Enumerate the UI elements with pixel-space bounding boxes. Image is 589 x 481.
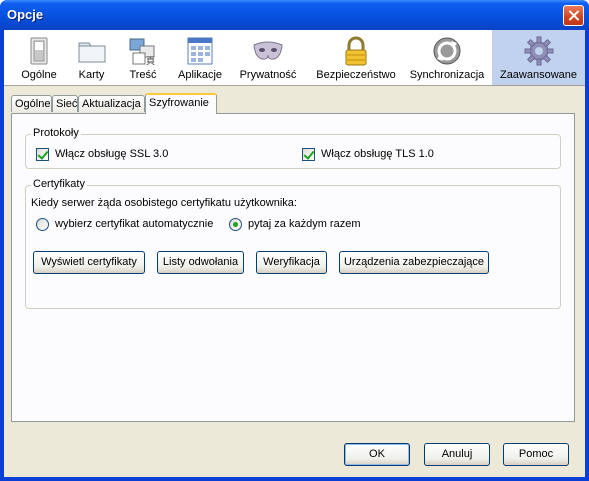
toolbar-label-privacy: Prywatność xyxy=(239,69,297,81)
tab-update[interactable]: Aktualizacja xyxy=(78,95,145,112)
certificate-request-prompt: Kiedy serwer żąda osobistego certyfikatu… xyxy=(31,197,297,209)
padlock-icon xyxy=(340,35,372,67)
toolbar-label-general: Ogólne xyxy=(21,69,57,81)
revocation-lists-button[interactable]: Listy odwołania xyxy=(157,251,244,274)
protocols-legend: Protokoły xyxy=(31,127,81,139)
radio-auto-select-label[interactable]: wybierz certyfikat automatycznie xyxy=(55,218,213,230)
radio-ask-every-time[interactable] xyxy=(229,218,242,231)
toolbar-item-tabs[interactable]: Karty xyxy=(71,30,112,85)
radio-ask-every-time-label[interactable]: pytaj za każdym razem xyxy=(248,218,360,230)
sync-icon xyxy=(431,35,463,67)
tls-checkbox-label[interactable]: Włącz obsługę TLS 1.0 xyxy=(321,148,434,160)
certificates-legend: Certyfikaty xyxy=(31,178,87,190)
radio-auto-select[interactable] xyxy=(36,218,49,231)
preferences-toolbar: Ogólne Karty 頁 Treść Aplikacje Prywatnoś… xyxy=(4,30,585,86)
toolbar-label-applications: Aplikacje xyxy=(177,69,223,81)
toolbar-label-sync: Synchronizacja xyxy=(409,69,485,81)
encryption-panel: Protokoły Włącz obsługę SSL 3.0 Włącz ob… xyxy=(11,113,575,422)
tab-network[interactable]: Sieć xyxy=(52,95,78,112)
verification-button[interactable]: Weryfikacja xyxy=(256,251,327,274)
certificates-group: Certyfikaty Kiedy serwer żąda osobistego… xyxy=(25,178,561,309)
security-devices-button[interactable]: Urządzenia zabezpieczające xyxy=(339,251,489,274)
ssl-checkbox-label[interactable]: Włącz obsługę SSL 3.0 xyxy=(55,148,168,160)
options-window: Opcje Ogólne Karty 頁 Treść Aplikacje Pry… xyxy=(0,0,589,481)
close-button[interactable] xyxy=(563,5,584,26)
tls-checkbox[interactable] xyxy=(302,148,315,161)
content-icon: 頁 xyxy=(127,35,159,67)
toolbar-item-sync[interactable]: Synchronizacja xyxy=(405,30,489,85)
toolbar-item-privacy[interactable]: Prywatność xyxy=(233,30,303,85)
protocols-group: Protokoły Włącz obsługę SSL 3.0 Włącz ob… xyxy=(25,127,561,169)
gear-icon xyxy=(523,35,555,67)
title-bar[interactable]: Opcje xyxy=(0,0,589,30)
general-icon xyxy=(23,35,55,67)
ssl-checkbox[interactable] xyxy=(36,148,49,161)
toolbar-item-content[interactable]: 頁 Treść xyxy=(117,30,169,85)
toolbar-label-tabs: Karty xyxy=(78,69,105,81)
toolbar-label-advanced: Zaawansowane xyxy=(499,69,578,81)
applications-icon xyxy=(184,35,216,67)
privacy-mask-icon xyxy=(252,35,284,67)
window-title: Opcje xyxy=(7,7,44,22)
svg-text:頁: 頁 xyxy=(146,56,155,67)
tab-general[interactable]: Ogólne xyxy=(11,95,52,112)
toolbar-item-advanced[interactable]: Zaawansowane xyxy=(492,30,585,85)
cancel-button[interactable]: Anuluj xyxy=(424,443,490,466)
view-certificates-button[interactable]: Wyświetl certyfikaty xyxy=(33,251,145,274)
toolbar-item-applications[interactable]: Aplikacje xyxy=(171,30,229,85)
dialog-body: Ogólne Karty 頁 Treść Aplikacje Prywatnoś… xyxy=(4,30,585,477)
toolbar-item-security[interactable]: Bezpieczeństwo xyxy=(309,30,403,85)
help-button[interactable]: Pomoc xyxy=(503,443,569,466)
toolbar-label-security: Bezpieczeństwo xyxy=(316,69,396,81)
tabs-icon xyxy=(76,35,108,67)
tab-encryption[interactable]: Szyfrowanie xyxy=(145,93,217,114)
toolbar-item-general[interactable]: Ogólne xyxy=(7,30,71,85)
ok-button[interactable]: OK xyxy=(344,443,410,466)
toolbar-label-content: Treść xyxy=(129,69,157,81)
